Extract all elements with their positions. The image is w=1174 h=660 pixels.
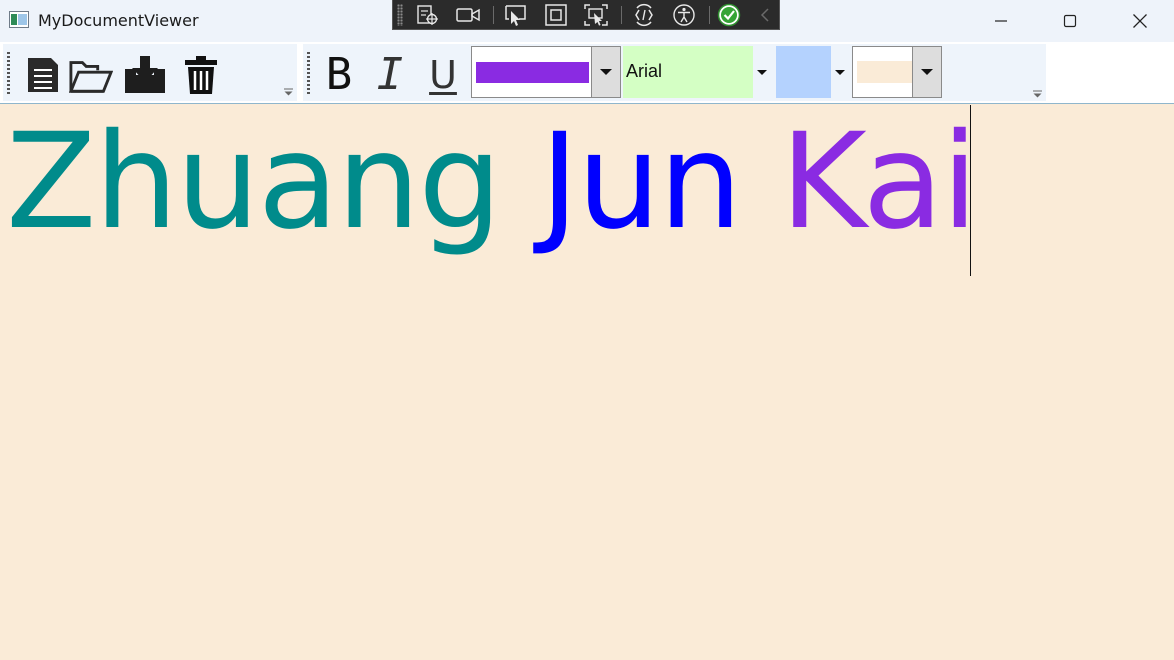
chevron-down-icon	[921, 69, 933, 75]
devbar-separator	[493, 6, 494, 24]
window-title: MyDocumentViewer	[38, 11, 199, 30]
font-color-dropdown-button[interactable]	[591, 47, 620, 97]
font-family-dropdown-button[interactable]	[753, 46, 771, 98]
toolbar-grip[interactable]	[7, 52, 10, 94]
record-icon[interactable]	[455, 3, 481, 27]
italic-label: I	[376, 49, 404, 100]
background-color-dropdown[interactable]	[852, 46, 942, 98]
chevron-down-icon	[757, 69, 767, 75]
chevron-down-icon	[600, 69, 612, 75]
display-adorners-icon[interactable]	[543, 3, 569, 27]
underline-button[interactable]: U	[421, 52, 465, 98]
maximize-button[interactable]	[1035, 0, 1105, 42]
font-family-dropdown[interactable]: Arial	[623, 46, 771, 98]
font-family-value: Arial	[626, 61, 663, 81]
minimize-icon	[995, 20, 1007, 22]
devbar-separator	[709, 6, 710, 24]
underline-label: U	[429, 53, 457, 97]
bold-button[interactable]: B	[317, 52, 361, 98]
devbar-separator	[621, 6, 622, 24]
open-button[interactable]	[69, 52, 113, 98]
hot-reload-icon[interactable]	[631, 3, 657, 27]
background-color-dropdown-button[interactable]	[912, 47, 941, 97]
maximize-icon	[1063, 14, 1077, 28]
toolbar-overflow-icon[interactable]	[284, 88, 293, 96]
binding-check-icon[interactable]	[716, 3, 742, 27]
document-editor[interactable]: Zhuang Jun Kai	[0, 104, 1174, 660]
delete-button[interactable]	[179, 52, 223, 98]
xaml-debug-toolbar	[392, 0, 780, 30]
accessibility-icon[interactable]	[671, 3, 697, 27]
save-button[interactable]	[123, 52, 167, 98]
new-document-icon	[28, 58, 58, 92]
close-button[interactable]	[1105, 0, 1174, 42]
track-focus-icon[interactable]	[583, 3, 609, 27]
chevron-down-icon	[834, 69, 845, 75]
font-color-dropdown[interactable]	[471, 46, 621, 98]
close-icon	[1133, 14, 1147, 28]
minimize-button[interactable]	[966, 0, 1036, 42]
file-toolbar	[3, 44, 297, 101]
text-caret	[970, 105, 971, 276]
word-zhuang: Zhuang	[6, 105, 502, 259]
bold-label: B	[325, 49, 353, 100]
italic-button[interactable]: I	[368, 52, 412, 98]
select-element-icon[interactable]	[503, 3, 529, 27]
word-jun: Jun	[540, 105, 742, 259]
word-kai: Kai	[780, 105, 978, 259]
open-folder-icon	[69, 61, 113, 93]
new-button[interactable]	[21, 52, 65, 98]
devbar-grip[interactable]	[397, 4, 403, 26]
toolbar-overflow-icon[interactable]	[1033, 90, 1042, 98]
background-color-swatch	[857, 61, 912, 83]
document-text[interactable]: Zhuang Jun Kai	[6, 112, 978, 252]
toolbar-grip[interactable]	[307, 52, 310, 94]
live-visual-tree-icon[interactable]	[414, 3, 440, 27]
collapse-chevron-icon[interactable]	[753, 3, 779, 27]
font-size-field[interactable]	[776, 46, 831, 98]
app-icon	[9, 11, 29, 28]
delete-icon	[185, 56, 217, 94]
font-size-dropdown-button[interactable]	[831, 46, 848, 98]
font-size-dropdown[interactable]	[776, 46, 848, 98]
save-icon	[125, 56, 165, 93]
font-color-swatch	[476, 62, 589, 83]
